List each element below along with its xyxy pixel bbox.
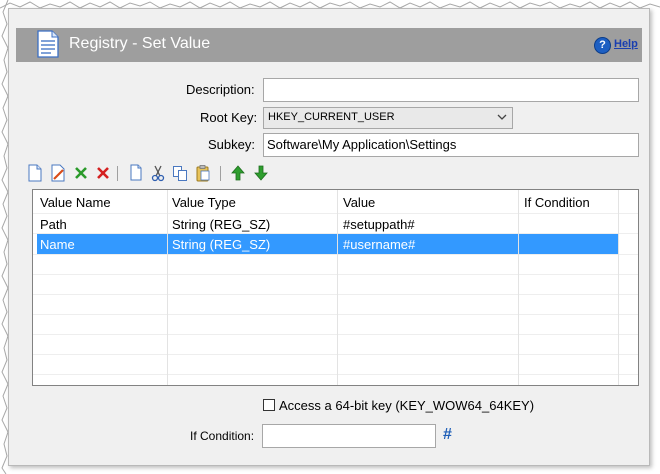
grid-line xyxy=(33,354,638,355)
access-64bit-label[interactable]: Access a 64-bit key (KEY_WOW64_64KEY) xyxy=(279,398,534,413)
cut-icon[interactable] xyxy=(150,164,166,182)
copy-icon[interactable] xyxy=(172,164,188,182)
grid-line xyxy=(33,294,638,295)
root-key-value: HKEY_CURRENT_USER xyxy=(268,111,395,123)
delete-all-icon[interactable] xyxy=(95,164,111,182)
grid-line xyxy=(618,190,619,385)
grid-line xyxy=(33,213,638,214)
column-header-value[interactable]: Value xyxy=(343,195,375,210)
cell-value-name: Name xyxy=(40,237,75,252)
subkey-label: Subkey: xyxy=(208,137,255,152)
column-header-if-condition[interactable]: If Condition xyxy=(524,195,590,210)
cell-value: #username# xyxy=(343,237,416,252)
description-label: Description: xyxy=(186,82,255,97)
insert-variable-button[interactable]: # xyxy=(443,426,452,444)
root-key-dropdown[interactable]: HKEY_CURRENT_USER xyxy=(263,107,513,129)
access-64bit-checkbox[interactable] xyxy=(263,399,275,411)
toolbar-separator xyxy=(117,166,118,181)
cell-value-type: String (REG_SZ) xyxy=(172,217,271,232)
subkey-input[interactable]: Software\My Application\Settings xyxy=(263,133,639,157)
grid-line xyxy=(518,190,519,385)
description-input[interactable] xyxy=(263,78,639,102)
grid-toolbar xyxy=(27,164,287,184)
toolbar-separator xyxy=(220,166,221,181)
root-key-label: Root Key: xyxy=(200,110,258,125)
column-header-value-type[interactable]: Value Type xyxy=(172,195,236,210)
question-icon[interactable]: ? xyxy=(594,37,611,54)
move-down-icon[interactable] xyxy=(253,164,269,182)
selected-row-highlight xyxy=(37,234,618,254)
grid-line xyxy=(33,274,638,275)
grid-line xyxy=(33,334,638,335)
column-header-value-name[interactable]: Value Name xyxy=(40,195,111,210)
grid-line xyxy=(337,190,338,385)
cell-value-type: String (REG_SZ) xyxy=(172,237,271,252)
grid-line xyxy=(167,190,168,385)
copy-page-icon[interactable] xyxy=(128,164,144,182)
grid-line xyxy=(33,314,638,315)
if-condition-input[interactable] xyxy=(262,424,436,448)
grid-line xyxy=(33,374,638,375)
cell-value: #setuppath# xyxy=(343,217,415,232)
document-icon xyxy=(37,30,59,58)
grid-line xyxy=(33,254,638,255)
if-condition-label: If Condition: xyxy=(190,429,255,443)
paste-icon[interactable] xyxy=(195,164,211,182)
edit-icon[interactable] xyxy=(50,164,66,182)
move-up-icon[interactable] xyxy=(230,164,246,182)
dialog-title: Registry - Set Value xyxy=(69,35,211,52)
cell-value-name: Path xyxy=(40,217,67,232)
help-link[interactable]: Help xyxy=(614,38,638,50)
delete-icon[interactable] xyxy=(73,164,89,182)
registry-values-grid[interactable]: Value Name Value Type Value If Condition… xyxy=(32,189,639,386)
new-icon[interactable] xyxy=(27,164,43,182)
dialog-header: Registry - Set Value ? Help xyxy=(16,28,642,62)
grid-line xyxy=(33,233,638,234)
chevron-down-icon xyxy=(497,114,507,120)
